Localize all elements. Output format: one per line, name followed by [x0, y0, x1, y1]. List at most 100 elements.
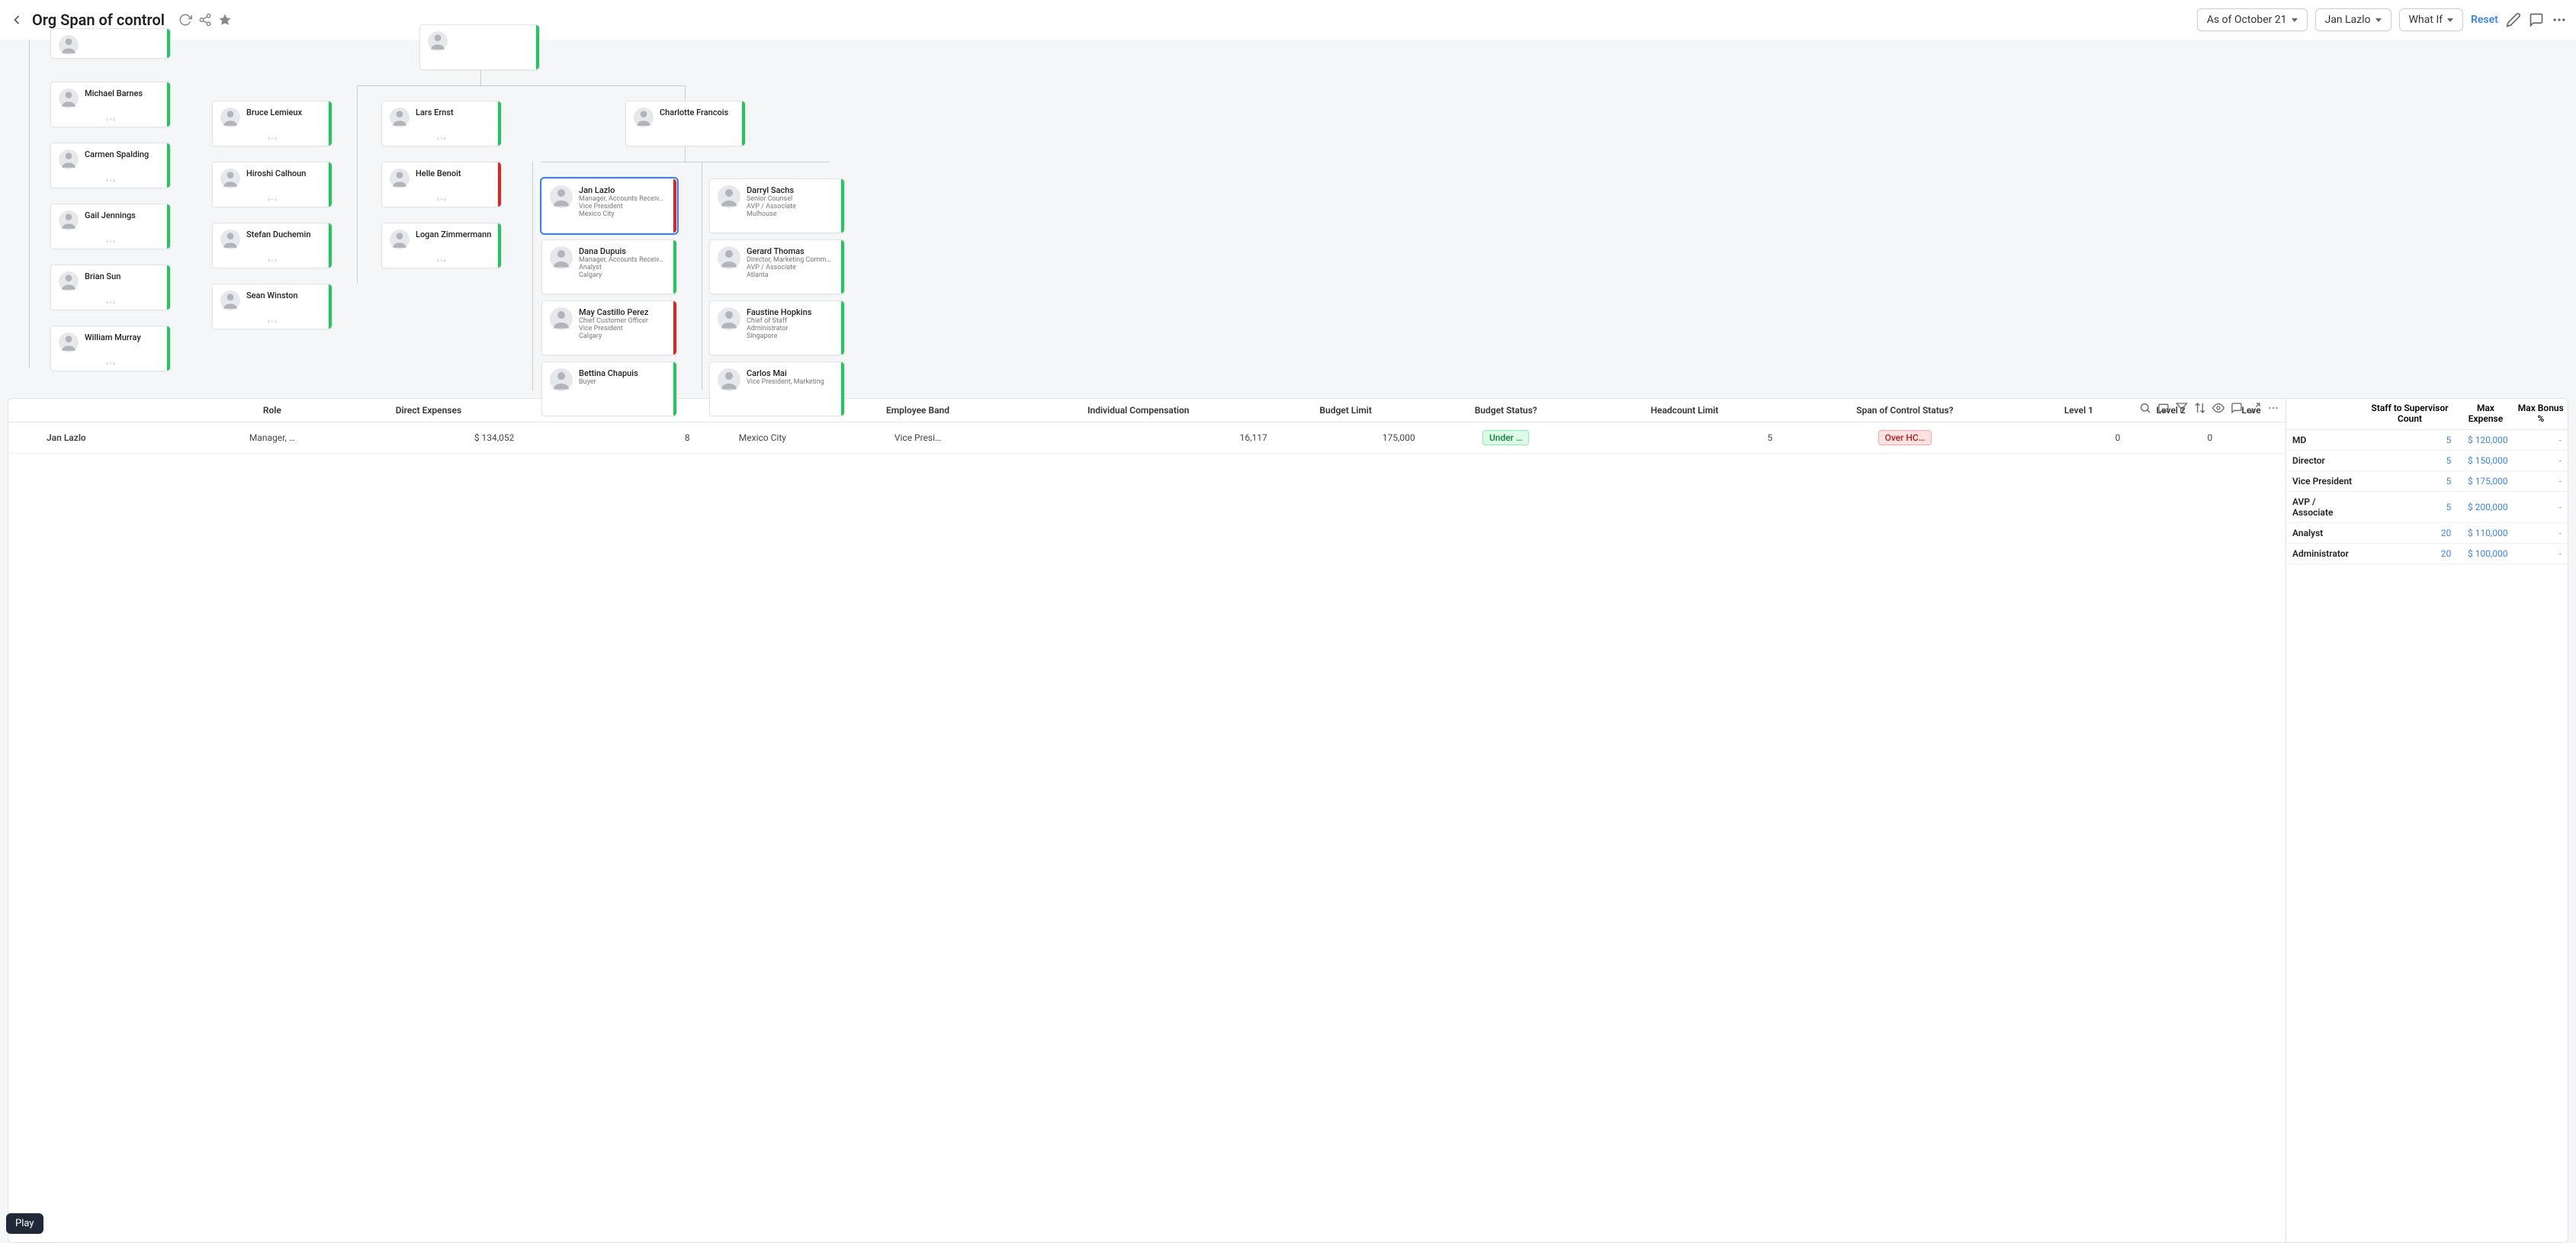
reset-button[interactable]: Reset	[2471, 14, 2498, 26]
user-picker[interactable]: Jan Lazlo	[2315, 8, 2391, 31]
back-icon[interactable]	[9, 12, 24, 27]
edit-icon[interactable]	[2506, 12, 2521, 27]
column-header[interactable]: Direct Expenses	[339, 399, 519, 422]
table-cell[interactable]: 16,117	[1005, 422, 1272, 454]
org-card[interactable]: Darryl Sachs Senior CounselAVP / Associa…	[709, 178, 845, 233]
org-card[interactable]: Faustine Hopkins Chief of StaffAdministr…	[709, 300, 845, 355]
expand-stub[interactable]: ‹-›	[106, 177, 115, 185]
table-cell[interactable]: 5	[1592, 422, 1778, 454]
org-card-name: Carmen Spalding	[85, 149, 149, 159]
table-cell[interactable]: Jan Lazlo	[8, 422, 206, 454]
table-cell[interactable]: 0	[2033, 422, 2125, 454]
expand-stub[interactable]: ‹-›	[268, 135, 277, 143]
table-row[interactable]: Vice President 5 $ 175,000 -	[2286, 471, 2568, 491]
column-header[interactable]: Individual Compensation	[1005, 399, 1272, 422]
table-row[interactable]: Director 5 $ 150,000 -	[2286, 450, 2568, 471]
table-row[interactable]: Jan LazloManager, …$ 134,0528Mexico City…	[8, 422, 2285, 454]
play-button[interactable]: Play	[6, 1213, 43, 1234]
column-header[interactable]: Staff to Supervisor Count	[2362, 399, 2458, 429]
org-card[interactable]: May Castillo Perez Chief Customer Office…	[541, 300, 677, 355]
table-cell[interactable]	[2217, 422, 2285, 454]
org-card-name: Logan Zimmermann	[416, 230, 491, 239]
table-cell[interactable]: Under …	[1420, 422, 1592, 454]
expand-icon[interactable]	[2249, 402, 2261, 414]
expand-stub[interactable]: ‹-›	[437, 257, 446, 265]
org-card-location: Calgary	[579, 271, 663, 279]
more-icon[interactable]	[2552, 12, 2567, 27]
more-icon[interactable]	[2267, 402, 2279, 414]
whatif-picker[interactable]: What If	[2399, 8, 2463, 31]
org-card[interactable]: Jan Lazlo Manager, Accounts Receiv…Vice …	[541, 178, 677, 233]
org-card[interactable]	[419, 24, 540, 70]
org-card[interactable]: Stefan Duchemin ‹-›	[212, 223, 332, 268]
date-picker[interactable]: As of October 21	[2197, 8, 2308, 31]
table-cell[interactable]: Mexico City	[695, 422, 830, 454]
status-bar	[167, 265, 170, 310]
org-card[interactable]	[50, 28, 171, 59]
org-card[interactable]: Carmen Spalding ‹-›	[50, 143, 171, 188]
comment-icon[interactable]	[2529, 12, 2544, 27]
column-header[interactable]: Headcount Limit	[1592, 399, 1778, 422]
column-header[interactable]	[2286, 399, 2362, 429]
org-card[interactable]: Michael Barnes ‹-›	[50, 82, 171, 127]
org-card[interactable]: Bettina Chapuis Buyer	[541, 361, 677, 416]
search-icon[interactable]	[2139, 402, 2151, 414]
summary-bonus: -	[2514, 450, 2568, 471]
toggle-icon[interactable]	[2157, 402, 2170, 414]
table-row[interactable]: Administrator 20 $ 100,000 -	[2286, 543, 2568, 564]
expand-stub[interactable]: ‹-›	[106, 360, 115, 368]
column-header[interactable]: Budget Status?	[1420, 399, 1592, 422]
filter-icon[interactable]	[2176, 402, 2188, 414]
sort-icon[interactable]	[2194, 402, 2206, 414]
table-row[interactable]: Analyst 20 $ 110,000 -	[2286, 522, 2568, 543]
column-header[interactable]: Max Expense	[2457, 399, 2513, 429]
table-row[interactable]: MD 5 $ 120,000 -	[2286, 429, 2568, 450]
org-card[interactable]: Gerard Thomas Director, Marketing Comm…A…	[709, 239, 845, 294]
column-header[interactable]	[8, 399, 206, 422]
table-cell[interactable]: 175,000	[1272, 422, 1420, 454]
table-row[interactable]: AVP / Associate 5 $ 200,000 -	[2286, 491, 2568, 522]
expand-stub[interactable]: ‹-›	[437, 135, 446, 143]
org-card-location: Singapore	[747, 332, 811, 340]
table-cell[interactable]: Vice Presi…	[830, 422, 1005, 454]
column-header[interactable]: Budget Limit	[1272, 399, 1420, 422]
org-card[interactable]: Charlotte Francois	[625, 101, 746, 146]
expand-stub[interactable]: ‹-›	[268, 318, 277, 326]
expand-stub[interactable]: ‹-›	[268, 196, 277, 204]
org-card[interactable]: Carlos Mai Vice President, Marketing	[709, 361, 845, 416]
column-header[interactable]: Role	[206, 399, 338, 422]
avatar-icon	[59, 149, 79, 169]
org-card-band: Vice President	[579, 203, 663, 210]
org-card[interactable]: Gail Jennings ‹-›	[50, 204, 171, 249]
comment-icon[interactable]	[2231, 402, 2243, 414]
star-icon[interactable]	[218, 13, 232, 27]
column-header[interactable]: Span of Control Status?	[1777, 399, 2032, 422]
table-cell[interactable]: Manager, …	[206, 422, 338, 454]
org-card[interactable]: Sean Winston ‹-›	[212, 284, 332, 329]
org-card[interactable]: Dana Dupuis Manager, Accounts Receiv…Ana…	[541, 239, 677, 294]
expand-stub[interactable]: ‹-›	[437, 196, 446, 204]
org-card[interactable]: Logan Zimmermann ‹-›	[381, 223, 502, 268]
org-card[interactable]: William Murray ‹-›	[50, 326, 171, 371]
table-cell[interactable]: 8	[519, 422, 694, 454]
column-header[interactable]: Employee Band	[830, 399, 1005, 422]
org-card[interactable]: Helle Benoit ‹-›	[381, 162, 502, 207]
expand-stub[interactable]: ‹-›	[106, 299, 115, 307]
org-card[interactable]: Hiroshi Calhoun ‹-›	[212, 162, 332, 207]
eye-icon[interactable]	[2212, 402, 2224, 414]
share-icon[interactable]	[198, 13, 212, 27]
table-cell[interactable]: Over HC…	[1777, 422, 2032, 454]
expand-stub[interactable]: ‹-›	[106, 238, 115, 246]
table-cell[interactable]: 0	[2125, 422, 2217, 454]
org-card[interactable]: Brian Sun ‹-›	[50, 265, 171, 310]
org-canvas[interactable]: Charlotte Francois RoleDirect Expenses Sp…	[0, 40, 2576, 1243]
refresh-icon[interactable]	[178, 13, 192, 27]
org-card[interactable]: Lars Ernst ‹-›	[381, 101, 502, 146]
expand-stub[interactable]: ‹-›	[106, 116, 115, 124]
expand-stub[interactable]: ‹-›	[268, 257, 277, 265]
org-card-location: Mulhouse	[747, 210, 796, 218]
org-card[interactable]: Bruce Lemieux ‹-›	[212, 101, 332, 146]
column-header[interactable]: Max Bonus %	[2514, 399, 2568, 429]
table-cell[interactable]: $ 134,052	[339, 422, 519, 454]
column-header[interactable]: Level 1	[2033, 399, 2125, 422]
